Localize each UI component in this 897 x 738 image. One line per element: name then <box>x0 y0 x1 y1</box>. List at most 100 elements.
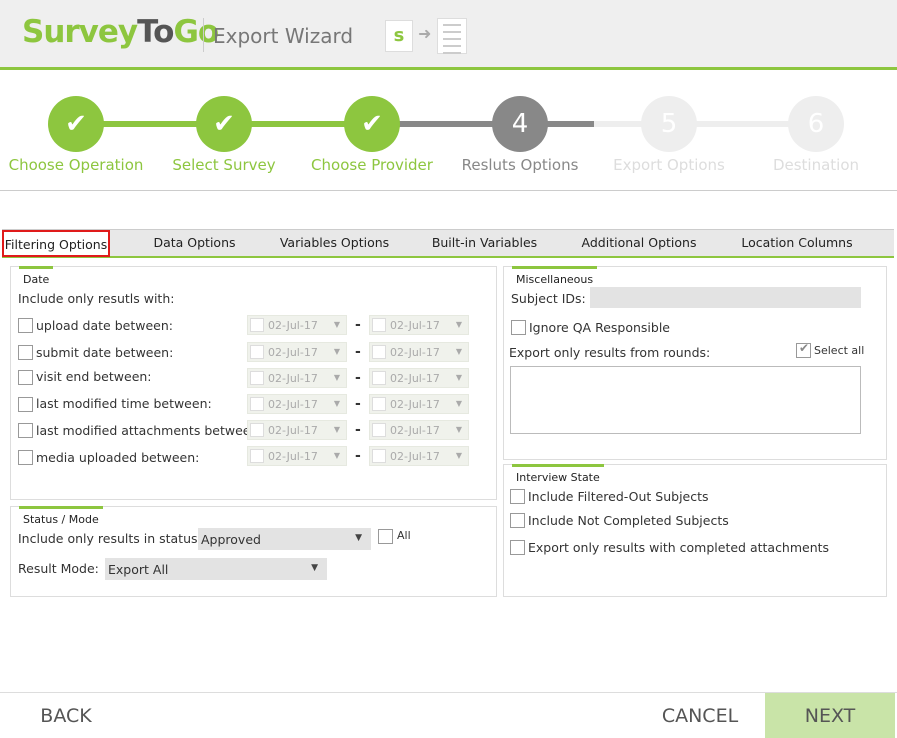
next-button[interactable]: NEXT <box>765 693 895 738</box>
submit-date-from-picker[interactable]: 02-Jul-17 ▼ <box>247 342 347 362</box>
wizard-footer: BACK CANCEL NEXT <box>0 692 897 738</box>
select-all-rounds-checkbox[interactable] <box>796 341 811 358</box>
upload-date-label: upload date between: <box>36 318 173 333</box>
date-range-separator: - <box>355 396 361 412</box>
back-button[interactable]: BACK <box>20 693 112 738</box>
last-modified-time-checkbox[interactable] <box>18 397 33 412</box>
step-1-label: Choose Operation <box>8 156 144 174</box>
last-modified-attachments-label: last modified attachments between: <box>36 423 263 438</box>
step-6-circle: 6 <box>788 96 844 152</box>
chevron-down-icon: ▼ <box>333 451 340 460</box>
visit-end-to-checkbox[interactable] <box>372 371 386 385</box>
tab-built-in-variables[interactable]: Built-in Variables <box>422 230 547 257</box>
last-modified-attachments-to-picker[interactable]: 02-Jul-17 ▼ <box>369 420 469 440</box>
chevron-down-icon: ▼ <box>455 399 462 408</box>
submit-date-to-checkbox[interactable] <box>372 345 386 359</box>
upload-date-from-picker[interactable]: 02-Jul-17 ▼ <box>247 315 347 335</box>
include-filtered-out-checkbox[interactable] <box>510 489 525 504</box>
status-all-checkbox[interactable] <box>378 529 393 544</box>
step-4-circle: 4 <box>492 96 548 152</box>
last-modified-attachments-from-value: 02-Jul-17 <box>268 424 318 437</box>
header-bar: SurveyToGo Export Wizard s ➜ <box>0 0 897 70</box>
chevron-down-icon: ▼ <box>455 347 462 356</box>
include-not-completed-checkbox[interactable] <box>510 513 525 528</box>
last-modified-time-from-checkbox[interactable] <box>250 397 264 411</box>
upload-date-to-picker[interactable]: 02-Jul-17 ▼ <box>369 315 469 335</box>
chevron-down-icon: ▼ <box>333 399 340 408</box>
chevron-down-icon: ▼ <box>311 563 318 573</box>
media-uploaded-to-value: 02-Jul-17 <box>390 450 440 463</box>
last-modified-time-from-picker[interactable]: 02-Jul-17 ▼ <box>247 394 347 414</box>
media-uploaded-to-picker[interactable]: 02-Jul-17 ▼ <box>369 446 469 466</box>
wizard-steps: ✔ ✔ ✔ 4 5 6 Choose Operation Select Surv… <box>0 73 897 191</box>
step-3-circle: ✔ <box>344 96 400 152</box>
status-select-value: Approved <box>201 532 261 547</box>
tab-location-columns[interactable]: Location Columns <box>732 230 862 257</box>
last-modified-attachments-checkbox[interactable] <box>18 423 33 438</box>
media-uploaded-from-value: 02-Jul-17 <box>268 450 318 463</box>
media-uploaded-checkbox[interactable] <box>18 450 33 465</box>
upload-date-to-value: 02-Jul-17 <box>390 319 440 332</box>
interview-state-panel-title: Interview State <box>512 464 604 484</box>
chevron-down-icon: ▼ <box>455 373 462 382</box>
upload-date-from-checkbox[interactable] <box>250 318 264 332</box>
tab-variables-options[interactable]: Variables Options <box>272 230 397 257</box>
visit-end-to-picker[interactable]: 02-Jul-17 ▼ <box>369 368 469 388</box>
status-mode-panel-title: Status / Mode <box>19 506 103 526</box>
step-2-circle: ✔ <box>196 96 252 152</box>
cancel-button[interactable]: CANCEL <box>645 693 755 738</box>
arrow-right-icon: ➜ <box>418 24 432 43</box>
tab-additional-options[interactable]: Additional Options <box>574 230 704 257</box>
visit-end-from-value: 02-Jul-17 <box>268 372 318 385</box>
rounds-list[interactable] <box>510 366 861 434</box>
last-modified-time-from-value: 02-Jul-17 <box>268 398 318 411</box>
checkmark-icon: ✔ <box>65 109 87 139</box>
step-1-circle: ✔ <box>48 96 104 152</box>
last-modified-attachments-to-value: 02-Jul-17 <box>390 424 440 437</box>
visit-end-from-picker[interactable]: 02-Jul-17 ▼ <box>247 368 347 388</box>
last-modified-time-label: last modified time between: <box>36 396 212 411</box>
status-select[interactable]: Approved ▼ <box>198 528 371 550</box>
media-uploaded-from-picker[interactable]: 02-Jul-17 ▼ <box>247 446 347 466</box>
result-mode-select[interactable]: Export All ▼ <box>105 558 327 580</box>
media-uploaded-to-checkbox[interactable] <box>372 449 386 463</box>
submit-date-checkbox[interactable] <box>18 345 33 360</box>
tab-filtering-options[interactable]: Filtering Options <box>2 230 110 257</box>
submit-date-to-picker[interactable]: 02-Jul-17 ▼ <box>369 342 469 362</box>
last-modified-attachments-to-checkbox[interactable] <box>372 423 386 437</box>
subject-ids-label: Subject IDs: <box>511 291 586 306</box>
completed-attachments-label: Export only results with completed attac… <box>528 540 830 555</box>
media-uploaded-label: media uploaded between: <box>36 450 200 465</box>
last-modified-time-to-checkbox[interactable] <box>372 397 386 411</box>
chevron-down-icon: ▼ <box>333 373 340 382</box>
header-divider <box>203 18 204 52</box>
date-panel: Date Include only resutls with: upload d… <box>10 266 497 500</box>
date-panel-title: Date <box>19 266 54 286</box>
ignore-qa-label: Ignore QA Responsible <box>529 320 670 335</box>
completed-attachments-checkbox[interactable] <box>510 540 525 555</box>
chevron-down-icon: ▼ <box>333 347 340 356</box>
last-modified-attachments-from-checkbox[interactable] <box>250 423 264 437</box>
step-2-label: Select Survey <box>172 156 276 174</box>
last-modified-time-to-picker[interactable]: 02-Jul-17 ▼ <box>369 394 469 414</box>
status-mode-panel: Status / Mode Include only results in st… <box>10 506 497 597</box>
ignore-qa-checkbox[interactable] <box>511 320 526 335</box>
subject-ids-input[interactable] <box>590 287 861 308</box>
upload-date-to-checkbox[interactable] <box>372 318 386 332</box>
visit-end-checkbox[interactable] <box>18 370 33 385</box>
visit-end-from-checkbox[interactable] <box>250 371 264 385</box>
rounds-label: Export only results from rounds: <box>509 345 711 360</box>
step-progress-line-future <box>594 121 816 127</box>
date-range-separator: - <box>355 448 361 464</box>
chevron-down-icon: ▼ <box>455 451 462 460</box>
result-mode-label: Result Mode: <box>18 561 99 576</box>
include-filtered-out-label: Include Filtered-Out Subjects <box>528 489 709 504</box>
submit-date-from-checkbox[interactable] <box>250 345 264 359</box>
miscellaneous-panel: Miscellaneous Subject IDs: Ignore QA Res… <box>503 266 887 460</box>
submit-date-from-value: 02-Jul-17 <box>268 346 318 359</box>
miscellaneous-panel-title: Miscellaneous <box>512 266 598 286</box>
upload-date-checkbox[interactable] <box>18 318 33 333</box>
media-uploaded-from-checkbox[interactable] <box>250 449 264 463</box>
tab-data-options[interactable]: Data Options <box>142 230 247 257</box>
last-modified-attachments-from-picker[interactable]: 02-Jul-17 ▼ <box>247 420 347 440</box>
